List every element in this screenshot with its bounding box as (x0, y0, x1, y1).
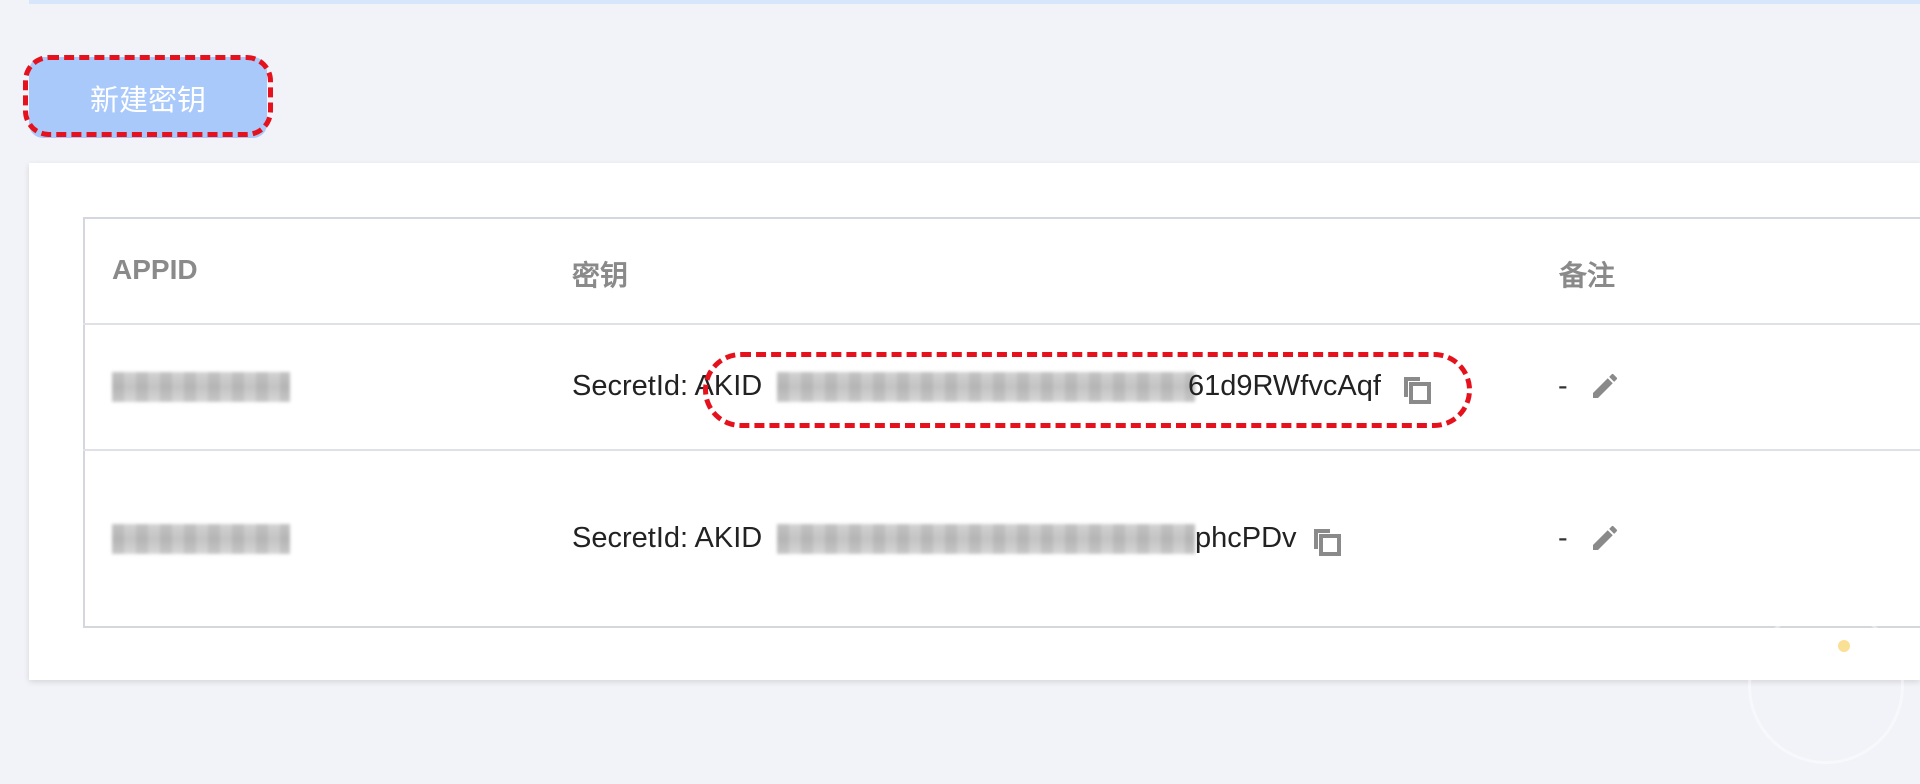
column-header-appid: APPID (112, 254, 198, 285)
secret-id-prefix: SecretId: AKID (572, 522, 763, 554)
secret-id-prefix: SecretId: AKID (572, 370, 763, 402)
keys-table (83, 217, 1920, 628)
column-header-key: 密钥 (572, 259, 629, 292)
secret-id-redacted (777, 372, 1195, 402)
appid-redacted (112, 524, 290, 554)
secret-id-suffix: phcPDv (1195, 522, 1297, 554)
edit-icon[interactable] (1589, 370, 1621, 402)
copy-icon[interactable] (1312, 527, 1342, 557)
secret-id-redacted (777, 524, 1195, 554)
new-key-button[interactable]: 新建密钥 (29, 57, 267, 138)
appid-redacted (112, 372, 290, 402)
watermark-dot (1838, 640, 1850, 652)
secret-id-suffix: 61d9RWfvcAqf (1188, 370, 1381, 402)
watermark-logo (1748, 608, 1904, 764)
remark-value: - (1558, 522, 1568, 554)
top-strip (29, 0, 1920, 4)
row-divider (83, 449, 1920, 451)
header-divider (83, 323, 1920, 325)
edit-icon[interactable] (1589, 522, 1621, 554)
copy-icon[interactable] (1402, 375, 1432, 405)
column-header-remark: 备注 (1559, 259, 1616, 292)
remark-value: - (1558, 370, 1568, 402)
